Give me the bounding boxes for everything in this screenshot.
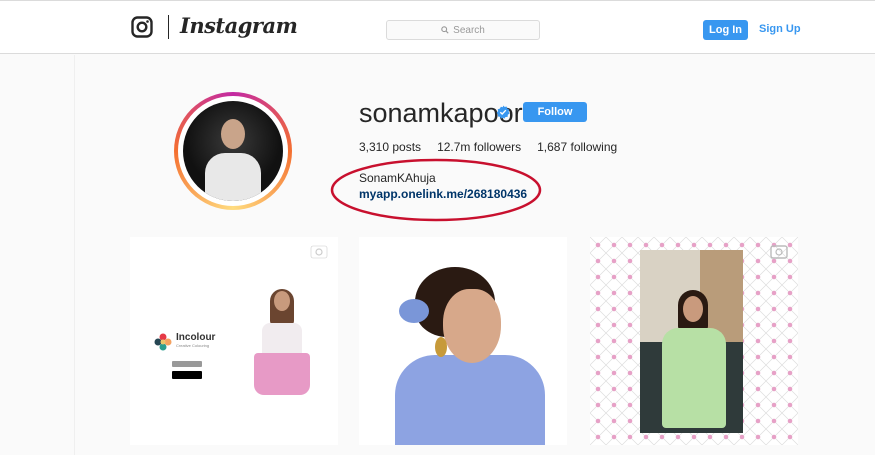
top-navigation-bar: Instagram Search Log In Sign Up [0, 0, 875, 54]
post-thumbnail[interactable]: Incolour Creative Colouring [130, 237, 338, 445]
followers-label: followers [473, 140, 522, 154]
profile-avatar[interactable] [174, 92, 292, 210]
post-photo-earring [435, 337, 447, 357]
follow-button[interactable]: Follow [523, 102, 587, 122]
followers-count: 12.7m [437, 140, 471, 154]
video-icon [770, 245, 788, 259]
signup-link[interactable]: Sign Up [759, 23, 801, 35]
post-thumbnail[interactable] [590, 237, 798, 445]
ad-brand-title: Incolour [176, 332, 216, 343]
incolour-logo-icon [154, 333, 172, 351]
avatar-photo [183, 101, 283, 201]
ad-google-play-badge [172, 371, 202, 379]
post-photo-face [683, 296, 703, 322]
post-thumbnail[interactable] [359, 237, 567, 445]
profile-stats: 3,310 posts 12.7m followers 1,687 follow… [359, 140, 633, 154]
verified-badge-icon [496, 105, 510, 119]
avatar-face [221, 119, 245, 149]
post-photo-frame [640, 250, 743, 433]
post-photo-dress [395, 355, 545, 445]
instagram-wordmark[interactable]: Instagram [180, 13, 298, 38]
login-button[interactable]: Log In [703, 20, 748, 40]
avatar-inner [178, 96, 288, 206]
followers-stat[interactable]: 12.7m followers [437, 140, 521, 154]
search-icon [441, 26, 449, 34]
posts-count: 3,310 [359, 140, 390, 154]
post-photo-dress [662, 328, 726, 428]
posts-label: posts [392, 140, 422, 154]
post-photo-face [443, 289, 501, 363]
avatar-shirt [205, 153, 261, 201]
ad-model-face [274, 291, 290, 311]
post-photo-scrunchie [399, 299, 429, 323]
search-input[interactable]: Search [386, 20, 540, 40]
following-stat[interactable]: 1,687 following [537, 140, 617, 154]
ad-brand-subtitle: Creative Colouring [176, 343, 210, 348]
annotation-ellipse [330, 158, 542, 222]
ad-model-skirt [254, 353, 310, 395]
following-label: following [570, 140, 618, 154]
video-icon [310, 245, 328, 259]
content-border [74, 55, 75, 455]
logo-divider [168, 15, 169, 39]
ad-download-badge [172, 361, 202, 367]
following-count: 1,687 [537, 140, 568, 154]
ad-model-top [262, 323, 302, 355]
posts-stat: 3,310 posts [359, 140, 421, 154]
search-placeholder: Search [453, 24, 485, 36]
instagram-camera-icon[interactable] [131, 16, 153, 38]
